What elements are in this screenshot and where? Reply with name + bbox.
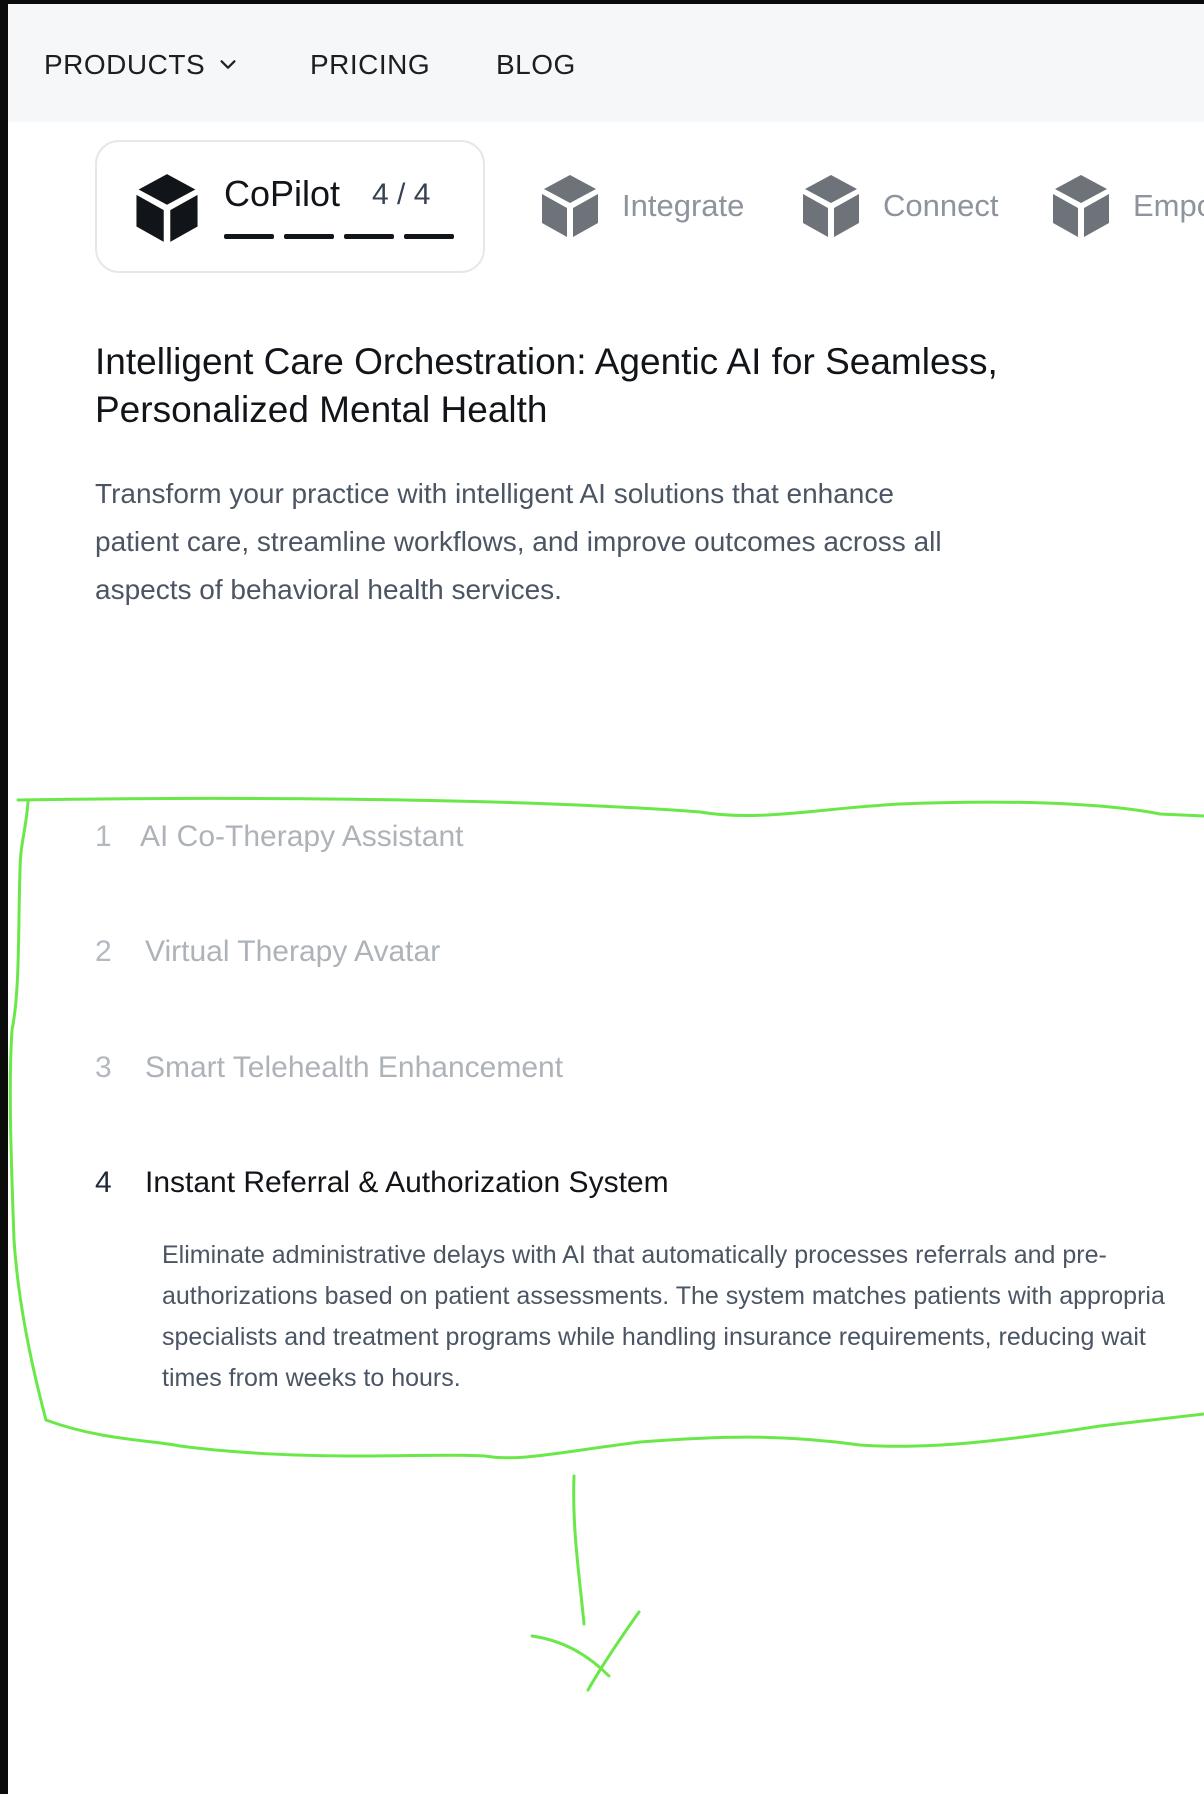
feature-item-telehealth[interactable]: 3 Smart Telehealth Enhancement [95, 1051, 563, 1085]
feature-number: 1 [95, 820, 112, 853]
feature-item-co-therapy[interactable]: 1 AI Co-Therapy Assistant [95, 820, 463, 854]
nav-products-label: PRODUCTS [44, 49, 206, 80]
description-line: aspects of behavioral health services. [95, 574, 562, 605]
feature-number: 4 [95, 1166, 112, 1199]
tab-copilot[interactable]: CoPilot 4 / 4 [95, 140, 485, 273]
description-line: patient care, streamline workflows, and … [95, 526, 942, 557]
feature-description-line: Eliminate administrative delays with AI … [162, 1241, 1107, 1269]
feature-item-virtual-avatar[interactable]: 2 Virtual Therapy Avatar [95, 935, 440, 969]
feature-title: Virtual Therapy Avatar [145, 935, 441, 968]
progress-segment [224, 234, 274, 239]
nav-blog-label: BLOG [496, 49, 576, 80]
annotation-arrow-head [586, 1610, 641, 1692]
headline-line: Personalized Mental Health [95, 389, 548, 430]
page-headline: Intelligent Care Orchestration: Agentic … [95, 338, 1115, 434]
description-line: Transform your practice with intelligent… [95, 478, 894, 509]
tab-connect[interactable]: Connect [801, 170, 998, 242]
hero-description: Transform your practice with intelligent… [95, 470, 1045, 614]
headline-line: Intelligent Care Orchestration: Agentic … [95, 341, 998, 382]
feature-description-line: specialists and treatment programs while… [162, 1323, 1146, 1351]
cube-icon [542, 175, 598, 237]
feature-title: Instant Referral & Authorization System [145, 1166, 669, 1199]
cube-icon [136, 174, 198, 242]
feature-title: AI Co-Therapy Assistant [140, 820, 464, 853]
cube-icon [803, 175, 859, 237]
annotation-arrow-shaft [572, 1474, 586, 1626]
nav-products-dropdown[interactable]: PRODUCTS [44, 48, 239, 82]
progress-segment [404, 234, 454, 239]
tab-empower-label: Empo [1133, 188, 1204, 223]
tab-empower[interactable]: Empo [1051, 170, 1204, 242]
tab-copilot-count: 4 / 4 [372, 178, 431, 211]
annotation-arrow-head [530, 1634, 611, 1678]
chevron-down-icon [220, 60, 236, 69]
cube-icon [1053, 175, 1109, 237]
tab-connect-label: Connect [883, 188, 999, 223]
feature-item-referral-active[interactable]: 4 Instant Referral & Authorization Syste… [95, 1166, 669, 1200]
tab-copilot-progress [224, 234, 454, 239]
window-frame-left [0, 0, 8, 1794]
nav-pricing-label: PRICING [310, 49, 431, 80]
tab-copilot-label: CoPilot [224, 173, 341, 214]
top-navigation-bar: PRODUCTS PRICING BLOG [8, 4, 1204, 122]
feature-number: 2 [95, 935, 112, 968]
progress-segment [344, 234, 394, 239]
feature-description-line: times from weeks to hours. [162, 1364, 461, 1392]
annotation-outline [16, 796, 1204, 818]
feature-description: Eliminate administrative delays with AI … [162, 1235, 1204, 1399]
feature-title: Smart Telehealth Enhancement [145, 1051, 564, 1084]
tab-integrate-label: Integrate [622, 188, 745, 223]
nav-blog-link[interactable]: BLOG [496, 48, 576, 82]
progress-segment [284, 234, 334, 239]
tab-integrate[interactable]: Integrate [540, 170, 744, 242]
nav-pricing-link[interactable]: PRICING [310, 48, 430, 82]
feature-number: 3 [95, 1051, 112, 1084]
feature-description-line: authorizations based on patient assessme… [162, 1282, 1165, 1310]
